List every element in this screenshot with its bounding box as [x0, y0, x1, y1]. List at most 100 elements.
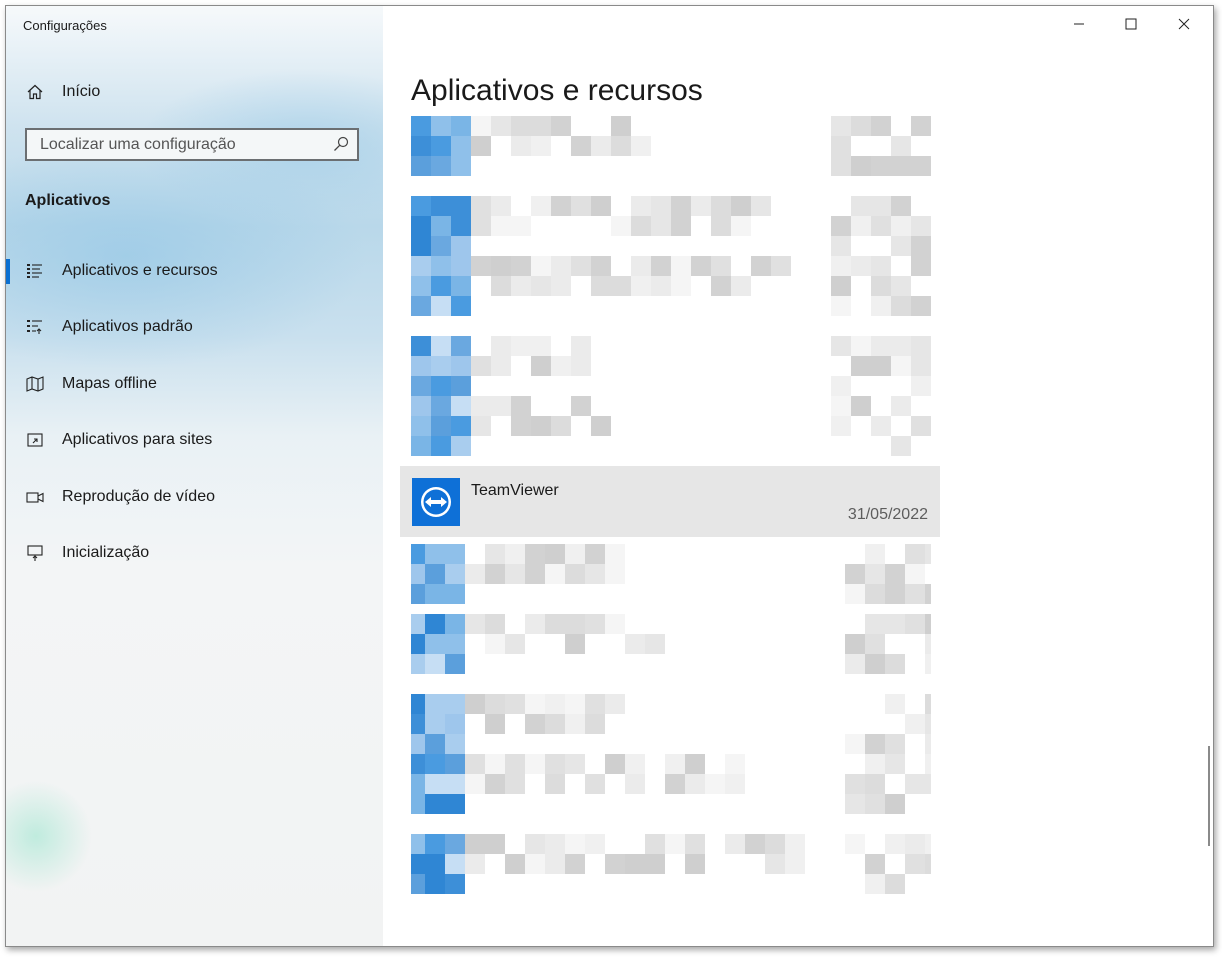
- redacted-pixel: [571, 336, 591, 356]
- redacted-pixel: [891, 196, 911, 216]
- app-row-redacted[interactable]: [411, 834, 931, 914]
- redacted-pixel: [851, 356, 871, 376]
- redacted-pixel: [545, 714, 565, 734]
- redacted-pixel: [411, 874, 425, 894]
- redacted-pixel: [505, 754, 525, 774]
- app-row-redacted[interactable]: [411, 116, 931, 196]
- redacted-pixel: [451, 396, 471, 416]
- redacted-pixel: [445, 564, 465, 584]
- redacted-pixel: [545, 854, 565, 874]
- page-title: Aplicativos e recursos: [411, 74, 703, 107]
- close-button[interactable]: [1159, 6, 1209, 46]
- redacted-pixel: [891, 336, 911, 356]
- redacted-pixel: [445, 854, 465, 874]
- redacted-pixel: [571, 356, 591, 376]
- redacted-pixel: [445, 714, 465, 734]
- redacted-pixel: [745, 834, 765, 854]
- app-row-teamviewer[interactable]: TeamViewer 31/05/2022: [400, 466, 940, 537]
- app-row-redacted[interactable]: [411, 256, 931, 336]
- redacted-pixel: [725, 774, 745, 794]
- redacted-pixel: [505, 564, 525, 584]
- redacted-pixel: [425, 874, 445, 894]
- redacted-pixel: [451, 116, 471, 136]
- redacted-pixel: [525, 854, 545, 874]
- redacted-pixel: [425, 654, 445, 674]
- redacted-pixel: [631, 276, 651, 296]
- search-input[interactable]: [27, 130, 330, 159]
- sidebar-item-apps-features[interactable]: Aplicativos e recursos: [6, 247, 383, 295]
- redacted-pixel: [451, 356, 471, 376]
- redacted-pixel: [665, 774, 685, 794]
- redacted-pixel: [445, 874, 465, 894]
- redacted-pixel: [531, 256, 551, 276]
- redacted-pixel: [905, 834, 925, 854]
- redacted-pixel: [665, 834, 685, 854]
- redacted-pixel: [431, 216, 451, 236]
- redacted-pixel: [531, 416, 551, 436]
- sidebar-item-label: Aplicativos padrão: [62, 318, 193, 335]
- search-box[interactable]: [25, 128, 359, 161]
- redacted-pixel: [885, 794, 905, 814]
- redacted-pixel: [831, 416, 851, 436]
- app-row-redacted[interactable]: [411, 396, 931, 476]
- minimize-button[interactable]: [1054, 6, 1104, 46]
- redacted-pixel: [671, 216, 691, 236]
- redacted-pixel: [445, 754, 465, 774]
- sidebar-item-startup[interactable]: Inicialização: [6, 529, 383, 577]
- redacted-pixel: [865, 874, 885, 894]
- redacted-pixel: [871, 256, 891, 276]
- default-apps-icon: [25, 317, 45, 337]
- redacted-pixel: [925, 834, 931, 854]
- redacted-pixel: [411, 216, 431, 236]
- redacted-pixel: [411, 436, 431, 456]
- redacted-pixel: [565, 614, 585, 634]
- redacted-pixel: [865, 544, 885, 564]
- redacted-pixel: [431, 156, 451, 176]
- apps-for-websites-icon: [25, 430, 45, 450]
- sidebar-item-offline-maps[interactable]: Mapas offline: [6, 360, 383, 408]
- redacted-pixel: [485, 694, 505, 714]
- redacted-pixel: [411, 834, 425, 854]
- redacted-pixel: [445, 834, 465, 854]
- maximize-button[interactable]: [1106, 6, 1156, 46]
- sidebar-item-label: Aplicativos e recursos: [62, 262, 218, 279]
- nav-home[interactable]: Início: [6, 68, 383, 116]
- app-row-redacted[interactable]: [411, 614, 931, 694]
- redacted-pixel: [831, 376, 851, 396]
- app-row-redacted[interactable]: [411, 754, 931, 834]
- redacted-pixel: [445, 654, 465, 674]
- redacted-pixel: [685, 834, 705, 854]
- main-content: Aplicativos e recursos TeamViewer 31/05/…: [383, 6, 1213, 946]
- redacted-pixel: [565, 634, 585, 654]
- redacted-pixel: [425, 754, 445, 774]
- redacted-pixel: [565, 854, 585, 874]
- maximize-icon: [1125, 17, 1137, 35]
- redacted-pixel: [511, 216, 531, 236]
- redacted-pixel: [925, 634, 931, 654]
- redacted-pixel: [431, 236, 451, 256]
- redacted-pixel: [431, 196, 451, 216]
- redacted-pixel: [885, 654, 905, 674]
- redacted-pixel: [511, 136, 531, 156]
- redacted-pixel: [425, 714, 445, 734]
- redacted-pixel: [551, 276, 571, 296]
- redacted-pixel: [431, 396, 451, 416]
- app-row-redacted[interactable]: [411, 544, 931, 624]
- redacted-pixel: [905, 854, 925, 874]
- redacted-pixel: [525, 754, 545, 774]
- redacted-pixel: [651, 276, 671, 296]
- search-icon[interactable]: [333, 136, 349, 152]
- redacted-pixel: [545, 564, 565, 584]
- redacted-pixel: [885, 564, 905, 584]
- sidebar-item-apps-websites[interactable]: Aplicativos para sites: [6, 416, 383, 464]
- redacted-pixel: [531, 196, 551, 216]
- redacted-pixel: [831, 156, 851, 176]
- redacted-pixel: [865, 614, 885, 634]
- redacted-pixel: [571, 396, 591, 416]
- redacted-pixel: [625, 774, 645, 794]
- redacted-pixel: [545, 754, 565, 774]
- sidebar-item-default-apps[interactable]: Aplicativos padrão: [6, 303, 383, 351]
- redacted-pixel: [871, 216, 891, 236]
- scrollbar-thumb[interactable]: [1208, 746, 1210, 846]
- sidebar-item-video-playback[interactable]: Reprodução de vídeo: [6, 473, 383, 521]
